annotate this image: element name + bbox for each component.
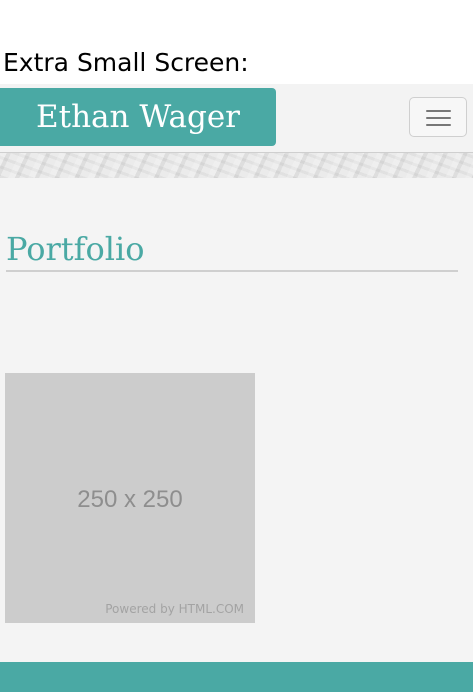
placeholder-dimensions-label: 250 x 250	[77, 486, 183, 513]
navbar-toggle-button[interactable]	[409, 97, 467, 137]
main-content: Portfolio 250 x 250 Powered by HTML.COM	[0, 178, 473, 662]
header-texture-band	[0, 153, 473, 178]
portfolio-placeholder-image: 250 x 250 Powered by HTML.COM	[5, 373, 255, 623]
brand-link[interactable]: Ethan Wager	[0, 88, 276, 146]
section-title-portfolio: Portfolio	[6, 228, 458, 272]
placeholder-credit-text: Powered by HTML.COM	[105, 602, 244, 616]
footer-bar	[0, 662, 473, 692]
navbar: Ethan Wager	[0, 84, 473, 153]
screen-size-caption: Extra Small Screen:	[3, 48, 249, 77]
